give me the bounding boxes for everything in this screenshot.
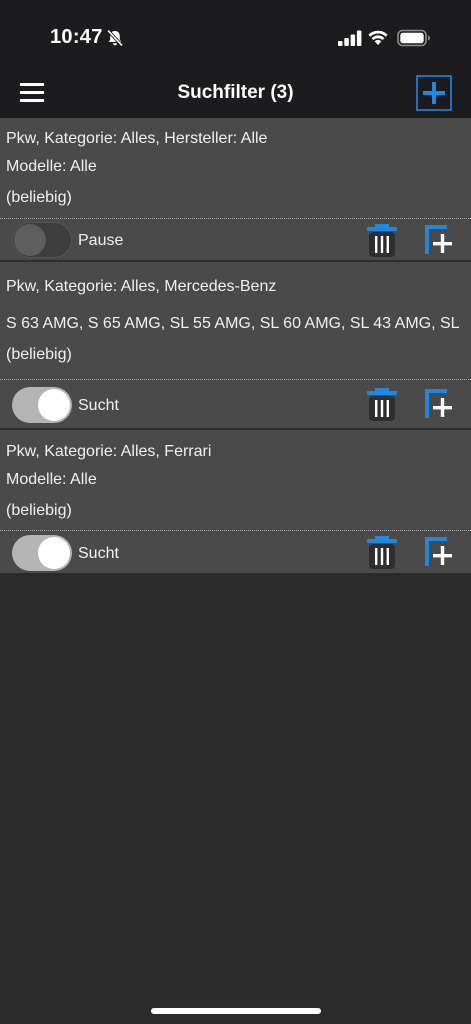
filter-card: Pkw, Kategorie: Alles, Ferrari Modelle: … [0,430,471,573]
card-divider [0,530,471,531]
add-filter-button[interactable] [416,75,452,111]
search-toggle[interactable] [12,387,72,423]
toggle-status-label: Pause [78,232,124,249]
filter-price: (beliebig) [6,346,72,363]
battery-icon [397,29,430,47]
filter-models: Modelle: Alle [6,158,97,175]
copy-add-icon[interactable] [424,224,454,256]
filter-price: (beliebig) [6,502,72,519]
trash-icon[interactable] [366,222,398,258]
toggle-status-label: Sucht [78,545,119,562]
filter-summary: Pkw, Kategorie: Alles, Ferrari [6,443,212,460]
navigation-bar: Suchfilter (3) [0,70,471,118]
page-title: Suchfilter (3) [177,82,294,103]
search-toggle[interactable] [12,535,72,571]
card-divider [0,379,471,380]
filter-card: Pkw, Kategorie: Alles, Hersteller: Alle … [0,118,471,260]
card-divider [0,218,471,219]
home-indicator[interactable] [151,1008,321,1014]
filter-models: Modelle: Alle [6,471,97,488]
trash-icon[interactable] [366,534,398,570]
cellular-signal-icon [338,30,362,46]
toggle-status-label: Sucht [78,397,119,414]
status-bar: 10:47 [0,0,471,70]
trash-icon[interactable] [366,386,398,422]
filter-summary: Pkw, Kategorie: Alles, Mercedes-Benz [6,278,277,295]
search-toggle[interactable] [12,222,72,258]
filter-models: S 63 AMG, S 65 AMG, SL 55 AMG, SL 60 AMG… [6,315,460,332]
filter-card: Pkw, Kategorie: Alles, Mercedes-Benz S 6… [0,262,471,428]
copy-add-icon[interactable] [424,536,454,568]
status-time: 10:47 [50,26,103,48]
filter-price: (beliebig) [6,189,72,206]
toggle-knob [14,224,46,256]
filter-summary: Pkw, Kategorie: Alles, Hersteller: Alle [6,130,268,147]
wifi-icon [368,30,388,45]
copy-add-icon[interactable] [424,388,454,420]
toggle-knob [38,537,70,569]
bell-slash-icon [106,29,124,47]
toggle-knob [38,389,70,421]
